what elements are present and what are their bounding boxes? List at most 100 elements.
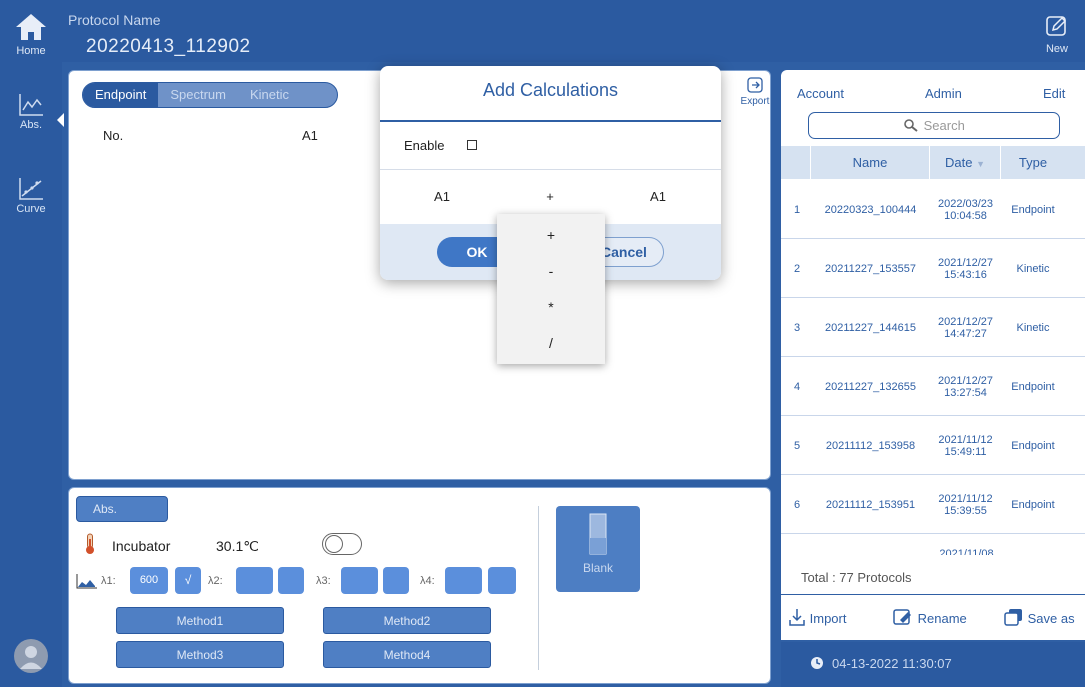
row-date-day: 2021/12/27 xyxy=(937,256,994,269)
method2-button[interactable]: Method2 xyxy=(323,607,491,634)
sidebar-active-marker xyxy=(57,113,64,127)
edit-button[interactable]: Edit xyxy=(1043,86,1065,101)
table-row[interactable]: 1 20220323_100444 2022/03/23 10:04:58 Endpoi… xyxy=(781,181,1085,239)
row-type: Endpoint xyxy=(1011,203,1055,216)
abs-chart-icon xyxy=(19,94,43,116)
table-row[interactable]: 5 20211112_153958 2021/11/12 15:49:11 Endpoi… xyxy=(781,417,1085,475)
lambda4-label: λ4: xyxy=(420,575,435,587)
search-box[interactable]: Search xyxy=(808,112,1060,139)
tab-endpoint[interactable]: Endpoint xyxy=(83,83,159,107)
operator-option[interactable]: / xyxy=(497,325,605,361)
row-date-time: 14:47:27 xyxy=(944,327,987,340)
export-icon xyxy=(747,77,763,93)
column-header-name[interactable]: Name xyxy=(811,146,930,179)
table-row[interactable]: 3 20211227_144615 2021/12/27 14:47:27 Kineti… xyxy=(781,299,1085,357)
lambda1-input[interactable]: 600 xyxy=(130,567,168,594)
method3-button[interactable]: Method3 xyxy=(116,641,284,668)
incubator-temp: 30.1℃ xyxy=(216,538,259,554)
column-header-type[interactable]: Type xyxy=(1001,155,1065,170)
row-number: 3 xyxy=(793,321,801,334)
sidebar xyxy=(0,62,62,687)
total-protocols: Total : 77 Protocols xyxy=(801,570,912,585)
row-name: 20211227_153557 xyxy=(825,262,916,275)
method1-button[interactable]: Method1 xyxy=(116,607,284,634)
row-date-day: 2021/12/27 xyxy=(937,374,994,387)
lambda1-check[interactable]: √ xyxy=(175,567,201,594)
row-number: 2 xyxy=(793,262,801,275)
row-number: 5 xyxy=(793,439,801,452)
saveas-button[interactable]: Save as xyxy=(1004,608,1075,626)
row-date: 2021/12/27 13:27:54 xyxy=(930,375,1001,399)
row-date-time: 13:27:54 xyxy=(944,386,987,399)
row-type: Endpoint xyxy=(1011,380,1055,393)
home-label: Home xyxy=(16,45,46,57)
table-row[interactable]: 2 20211227_153557 2021/12/27 15:43:16 Kineti… xyxy=(781,240,1085,298)
current-datetime: 04-13-2022 11:30:07 xyxy=(832,656,952,671)
enable-label: Enable xyxy=(404,138,445,153)
abs-button[interactable]: Abs. xyxy=(76,496,168,522)
sidebar-item-label: Abs. xyxy=(19,119,42,131)
table-row-partial[interactable]: 2021/11/08 xyxy=(781,535,1085,555)
row-date-day: 2022/03/23 xyxy=(937,197,994,210)
enable-checkbox[interactable] xyxy=(467,140,477,150)
lambda1-label: λ1: xyxy=(101,575,116,587)
row-date: 2021/11/12 15:49:11 xyxy=(930,434,1001,458)
lambda4-check[interactable] xyxy=(488,567,516,594)
incubator-toggle[interactable] xyxy=(322,533,362,555)
row-name: 20211227_144615 xyxy=(825,321,916,334)
lambda2-label: λ2: xyxy=(208,575,223,587)
import-label: Import xyxy=(809,611,847,626)
lambda3-label: λ3: xyxy=(316,575,331,587)
account-value: Admin xyxy=(925,86,962,101)
export-button[interactable]: Export xyxy=(736,76,774,107)
operand-left[interactable]: A1 xyxy=(412,189,472,204)
row-date-day: 2021/12/27 xyxy=(937,315,994,328)
saveas-icon xyxy=(1004,609,1022,626)
tab-spectrum[interactable]: Spectrum xyxy=(158,83,238,107)
row-date-time: 15:43:16 xyxy=(944,268,987,281)
import-icon xyxy=(789,609,805,626)
table-row[interactable]: 4 20211227_132655 2021/12/27 13:27:54 Endpoi… xyxy=(781,358,1085,416)
blank-label: Blank xyxy=(582,561,614,575)
row-date: 2022/03/23 10:04:58 xyxy=(930,198,1001,222)
column-header-a1: A1 xyxy=(302,128,318,143)
protocol-name-value[interactable]: 20220413_112902 xyxy=(86,36,251,58)
lambda3-input[interactable] xyxy=(341,567,378,594)
curve-icon xyxy=(19,178,43,200)
rename-button[interactable]: Rename xyxy=(892,608,967,626)
operator-option[interactable]: * xyxy=(497,289,605,325)
toggle-knob xyxy=(325,535,343,553)
operator-option[interactable]: + xyxy=(497,217,605,253)
home-button[interactable]: Home xyxy=(0,8,62,62)
operator-option[interactable]: - xyxy=(497,253,605,289)
sidebar-item-curve[interactable]: Curve xyxy=(0,172,62,232)
new-button[interactable]: New xyxy=(1036,14,1078,55)
date-header-label: Date xyxy=(944,155,973,170)
tab-kinetic[interactable]: Kinetic xyxy=(238,83,301,107)
lambda4-input[interactable] xyxy=(445,567,482,594)
lambda2-check[interactable] xyxy=(278,567,304,594)
account-label: Account xyxy=(797,86,844,101)
row-number: 1 xyxy=(793,203,801,216)
row-name: 20211112_153958 xyxy=(825,439,916,452)
table-row[interactable]: 6 20211112_153951 2021/11/12 15:39:55 Endpoi… xyxy=(781,476,1085,534)
export-label: Export xyxy=(740,96,770,107)
row-number: 6 xyxy=(793,498,801,511)
method4-button[interactable]: Method4 xyxy=(323,641,491,668)
column-header-no: No. xyxy=(103,128,124,143)
lambda3-check[interactable] xyxy=(383,567,409,594)
import-button[interactable]: Import xyxy=(788,608,846,626)
rename-icon xyxy=(893,609,911,625)
lambda2-input[interactable] xyxy=(236,567,273,594)
operand-right[interactable]: A1 xyxy=(628,189,688,204)
home-icon xyxy=(16,14,46,40)
panel-divider xyxy=(538,506,539,670)
column-header-date[interactable]: Date ▼ xyxy=(930,146,1001,179)
blank-button[interactable]: Blank xyxy=(556,506,640,592)
thermometer-icon xyxy=(84,533,96,560)
user-avatar[interactable] xyxy=(14,639,48,673)
list-footer-divider xyxy=(781,594,1085,595)
sidebar-item-label: Curve xyxy=(16,203,46,215)
operator-select[interactable]: + xyxy=(520,189,580,204)
sidebar-item-abs[interactable]: Abs. xyxy=(0,88,62,150)
